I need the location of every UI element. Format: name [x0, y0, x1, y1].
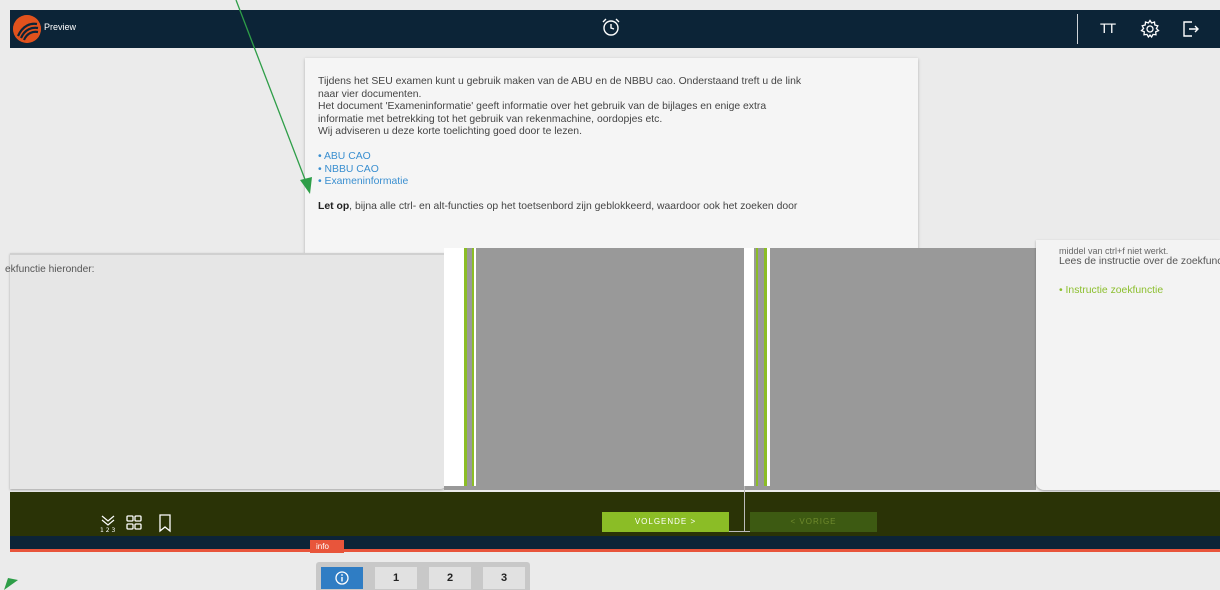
svg-text:1 2 3: 1 2 3	[100, 527, 115, 533]
link-abu-cao[interactable]: • ABU CAO	[318, 151, 905, 164]
previous-button[interactable]: < VORIGE	[750, 512, 877, 532]
logo-icon	[13, 15, 41, 43]
grid-overview-icon[interactable]	[124, 513, 144, 538]
logout-icon[interactable]	[1180, 19, 1200, 44]
overlay-block-right	[746, 248, 1036, 490]
frame-strip	[444, 248, 464, 486]
preview-label: Preview	[44, 22, 77, 32]
warning-line: Let op, bijna alle ctrl- en alt-functies…	[318, 201, 905, 214]
right-panel-instruction: Lees de instructie over de zoekfunctie	[1059, 256, 1220, 267]
background-left	[10, 48, 310, 253]
frame-strip-green	[756, 248, 758, 486]
info-tab[interactable]: info	[310, 540, 344, 553]
link-instructie-zoekfunctie[interactable]: • Instructie zoekfunctie	[1059, 285, 1220, 296]
text-size-button[interactable]: TT	[1100, 20, 1116, 36]
info-icon	[335, 571, 349, 585]
intro-line-2: naar vier documenten.	[318, 88, 422, 100]
header-divider	[1077, 14, 1078, 44]
question-pager: 1 2 3	[316, 562, 530, 590]
alarm-clock-icon	[600, 16, 622, 43]
search-info-panel-right: middel van ctrl+f niet werkt. Lees de in…	[1036, 240, 1220, 490]
link-nbbu-cao[interactable]: • NBBU CAO	[318, 164, 905, 177]
number-sort-icon[interactable]: 1 2 3	[98, 513, 118, 538]
pager-page-3[interactable]: 3	[483, 567, 525, 589]
annotation-arrow-head-bottom	[4, 578, 18, 590]
search-info-panel-left: ekfunctie hieronder:	[5, 253, 448, 489]
instructions-card: Tijdens het SEU examen kunt u gebruik ma…	[305, 58, 918, 253]
nav-divider	[744, 486, 745, 532]
left-panel-text: ekfunctie hieronder:	[5, 264, 95, 275]
frame-strip-green	[464, 248, 467, 486]
warning-bold: Let op	[318, 200, 350, 212]
overlay-block-left	[444, 248, 746, 490]
frame-strip	[744, 248, 754, 486]
advice-line: Wij adviseren u deze korte toelichting g…	[318, 126, 582, 138]
frame-strip	[767, 248, 770, 486]
settings-gear-icon[interactable]	[1140, 19, 1160, 44]
info-strip	[10, 536, 1220, 552]
pager-info-button[interactable]	[321, 567, 363, 589]
pager-page-2[interactable]: 2	[429, 567, 471, 589]
intro-line-1: Tijdens het SEU examen kunt u gebruik ma…	[318, 76, 802, 87]
pager-page-1[interactable]: 1	[375, 567, 417, 589]
link-exameninformatie[interactable]: • Exameninformatie	[318, 176, 905, 189]
top-bar: Preview TT	[10, 10, 1220, 48]
frame-strip	[474, 248, 476, 486]
bookmark-icon[interactable]	[156, 513, 174, 538]
next-button[interactable]: VOLGENDE >	[602, 512, 729, 532]
warning-text: , bijna alle ctrl- en alt-functies op he…	[349, 200, 798, 212]
document-line-1: Het document 'Exameninformatie' geeft in…	[318, 101, 767, 113]
document-line-2: informatie met betrekking tot het gebrui…	[318, 113, 663, 125]
right-panel-cut-line: middel van ctrl+f niet werkt.	[1059, 246, 1169, 256]
